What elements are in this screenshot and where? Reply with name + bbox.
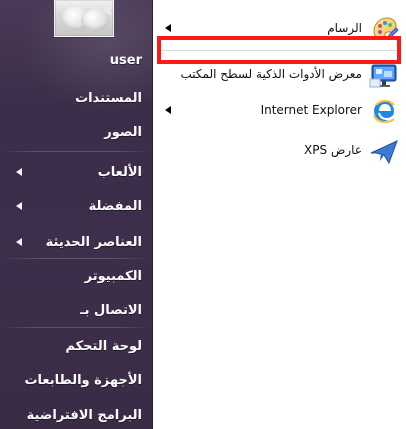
program-label: الرسام — [327, 21, 362, 35]
highlight-divider — [161, 50, 397, 51]
left-item-label: المستندات — [75, 90, 142, 106]
left-item-default-programs[interactable]: البرامج الافتراضية — [0, 401, 142, 429]
left-item-pictures[interactable]: الصور — [0, 118, 142, 146]
submenu-arrow-icon — [16, 238, 22, 246]
xps-viewer-icon — [370, 140, 398, 165]
left-item-label: user — [109, 52, 142, 68]
submenu-arrow-icon — [165, 24, 171, 32]
left-item-label: الكمبيوتر — [84, 268, 142, 284]
cat-head-decoration — [81, 9, 109, 31]
user-avatar[interactable] — [54, 0, 114, 37]
left-item-documents[interactable]: المستندات — [0, 84, 142, 112]
submenu-arrow-icon — [165, 106, 171, 114]
left-item-label: المفضلة — [88, 198, 142, 214]
left-item-connect-to[interactable]: الاتصال بـ — [0, 296, 142, 324]
left-item-games[interactable]: الألعاب — [0, 158, 142, 186]
left-item-label: البرامج الافتراضية — [26, 407, 142, 423]
program-label: عارض XPS — [303, 143, 362, 157]
left-item-label: الصور — [104, 124, 142, 140]
start-menu-left-pane: user المستندات الصور الألعاب المفضلة الع… — [0, 0, 153, 429]
left-separator — [0, 327, 152, 328]
left-item-label: الألعاب — [97, 164, 142, 180]
submenu-arrow-icon — [16, 168, 22, 176]
left-item-label: الأجهزة والطابعات — [24, 372, 142, 388]
left-separator — [0, 151, 152, 152]
program-label: Internet Explorer — [260, 103, 362, 117]
left-item-label: لوحة التحكم — [65, 338, 142, 354]
internet-explorer-icon — [373, 99, 395, 124]
program-item-internet-explorer[interactable]: Internet Explorer — [153, 94, 406, 128]
left-item-user[interactable]: user — [0, 46, 142, 74]
left-item-recent-items[interactable]: العناصر الحديثة — [0, 228, 142, 256]
left-separator — [0, 258, 152, 259]
left-item-favorites[interactable]: المفضلة — [0, 192, 142, 220]
submenu-arrow-icon — [16, 202, 22, 210]
left-item-control-panel[interactable]: لوحة التحكم — [0, 332, 142, 360]
left-item-label: العناصر الحديثة — [45, 234, 142, 250]
program-label: معرض الأدوات الذكية لسطح المكتب — [180, 67, 362, 81]
program-item-xps-viewer[interactable]: عارض XPS — [153, 134, 406, 168]
left-item-computer[interactable]: الكمبيوتر — [0, 262, 142, 290]
left-item-devices-printers[interactable]: الأجهزة والطابعات — [0, 366, 142, 394]
left-item-label: الاتصال بـ — [80, 302, 142, 318]
selection-highlight — [157, 36, 401, 64]
start-menu: user المستندات الصور الألعاب المفضلة الع… — [0, 0, 406, 429]
start-menu-right-pane: الرسام معرض الأدوات الذكية لسطح المكتب I… — [153, 0, 406, 429]
